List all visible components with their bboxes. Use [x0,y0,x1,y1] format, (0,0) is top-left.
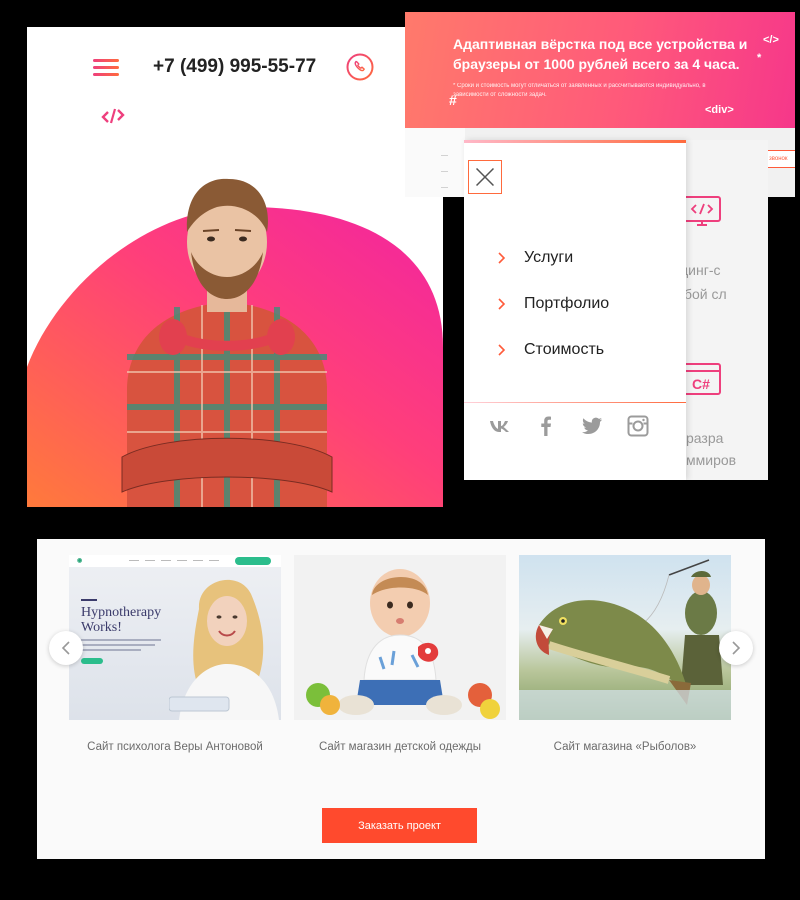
portfolio-slide[interactable]: ◉ Hypnotherapy Works! Сайт психолога Вер… [69,555,281,753]
bg-text-line-4: ммиров [686,452,737,468]
carousel-prev-button[interactable] [49,631,83,665]
chevron-right-icon [498,344,506,356]
instagram-icon[interactable] [626,414,650,438]
thumb-nav-bar: ◉ [69,555,281,567]
banner-star-deco: * [757,52,762,64]
menu-item-services[interactable]: Услуги [498,235,609,281]
mobile-nav-menu: Услуги Портфолио Стоимость [464,140,686,480]
menu-item-label: Услуги [524,249,574,266]
menu-item-label: Стоимость [524,341,605,358]
vk-icon[interactable] [488,414,512,438]
chevron-right-icon [498,252,506,264]
hamburger-menu-icon[interactable] [93,57,119,79]
slide-caption: Сайт магазин детской одежды [318,741,482,753]
menu-item-label: Портфолио [524,295,610,312]
woman-portrait-illustration [169,579,279,720]
fishing-store-site-thumbnail [519,555,731,720]
menu-top-line [464,140,686,143]
menu-item-pricing[interactable]: Стоимость [498,327,609,373]
chevron-right-icon [732,641,741,655]
code-brackets-icon [101,108,125,124]
mobile-hero-panel: +7 (499) 995-55-77 [27,27,443,507]
chevron-left-icon [61,641,70,655]
developer-photo [121,178,333,507]
portfolio-slide[interactable]: Сайт магазин детской одежды [294,555,506,753]
carousel-slides: ◉ Hypnotherapy Works! Сайт психолога Вер… [69,555,731,753]
psychologist-site-thumbnail: ◉ Hypnotherapy Works! [69,555,281,720]
bg-text-line-1: динг-с [680,262,721,278]
menu-item-portfolio[interactable]: Портфолио [498,281,609,327]
svg-text:C#: C# [692,376,710,392]
pike-fish-illustration [519,559,731,720]
portfolio-slide[interactable]: Сайт магазина «Рыболов» [519,555,731,753]
chevron-right-icon [498,298,506,310]
baby-with-toys-illustration [306,569,500,719]
banner-note: * Сроки и стоимость могут отличаться от … [453,83,706,98]
phone-number[interactable]: +7 (499) 995-55-77 [153,56,316,78]
phone-icon[interactable] [346,53,374,81]
banner-lower-strip: — — — [405,128,465,197]
csharp-window-icon: C# [683,363,721,395]
bg-text-line-2: бой сл [684,286,727,302]
portfolio-carousel: ◉ Hypnotherapy Works! Сайт психолога Вер… [37,539,765,859]
close-icon[interactable] [468,160,502,194]
carousel-next-button[interactable] [719,631,753,665]
facebook-icon[interactable] [534,414,558,438]
slide-caption: Сайт психолога Веры Антоновой [87,741,263,753]
menu-social-links [488,414,650,438]
monitor-code-icon [683,196,721,226]
menu-items-list: Услуги Портфолио Стоимость [498,235,609,373]
banner-hash-deco: # [449,92,457,108]
banner-div-deco: <div> [705,104,734,116]
slide-caption: Сайт магазина «Рыболов» [553,741,697,753]
menu-divider [464,402,686,403]
order-project-button[interactable]: Заказать проект [322,808,477,843]
banner-title: Адаптивная вёрстка под все устройства и … [453,36,748,72]
banner-code-deco: </> [763,34,779,46]
kids-clothing-site-thumbnail [294,555,506,720]
bg-text-line-3: разра [686,430,724,446]
thumb-heading: Hypnotherapy Works! [81,605,162,635]
twitter-icon[interactable] [580,414,604,438]
